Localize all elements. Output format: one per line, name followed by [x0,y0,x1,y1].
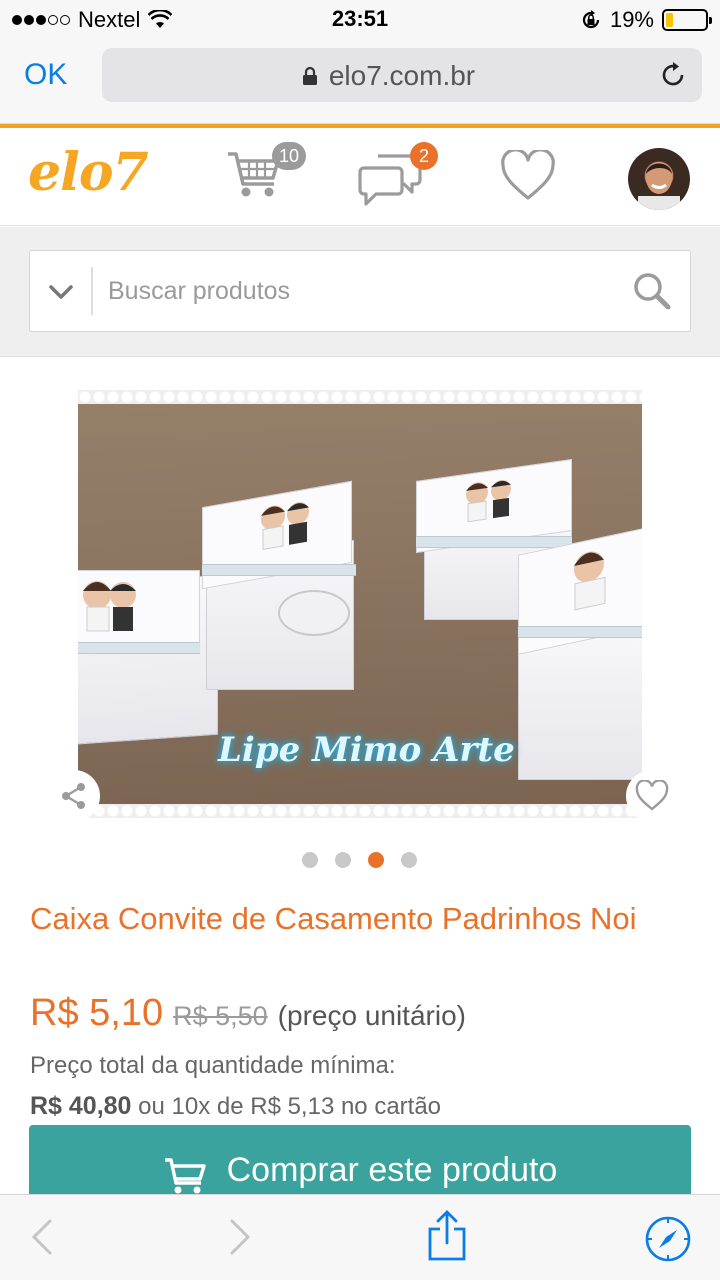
search-icon[interactable] [632,271,672,311]
box-ribbon [78,642,200,654]
status-bar: Nextel 23:51 19% [0,0,720,40]
carousel-dot[interactable] [368,852,384,868]
unit-price-note: (preço unitário) [277,1000,466,1031]
browser-bar: OK elo7.com.br [0,40,720,124]
user-avatar[interactable] [628,148,690,210]
browser-toolbar [0,1194,720,1280]
couple-illustration [83,581,136,632]
share-icon [62,783,85,809]
search-area [0,227,720,357]
elo7-logo[interactable]: elo7 [28,142,149,203]
back-arrow-icon[interactable] [28,1217,56,1257]
rotation-lock-icon [582,10,600,29]
share-button[interactable] [48,770,100,822]
reload-icon[interactable] [658,60,688,90]
done-button[interactable]: OK [24,58,67,92]
buy-button-label: Comprar este produto [226,1151,558,1189]
product-image[interactable]: Lipe Mimo Arte [78,390,642,818]
carousel-dot[interactable] [302,852,318,868]
battery-icon [662,9,712,31]
messages-count-badge: 2 [410,142,438,170]
heart-icon [501,148,555,200]
lace-border-bottom [78,804,642,818]
box-label [278,590,350,636]
box-ribbon [416,536,572,548]
battery-percent: 19% [609,7,654,32]
couple-illustration [574,551,606,611]
current-price: R$ 5,10 [30,992,164,1034]
url-text: elo7.com.br [328,60,476,91]
chevron-down-icon[interactable] [46,277,76,307]
price-row: R$ 5,10 R$ 5,50 (preço unitário) [30,992,466,1035]
minimum-total-label: Preço total da quantidade mínima: [30,1052,396,1079]
search-divider [91,267,93,315]
installments-text: ou 10x de R$ 5,13 no cartão [138,1093,442,1120]
cart-button[interactable]: 10 [226,142,306,209]
couple-illustration [261,502,309,551]
favorites-button[interactable] [500,148,556,207]
messages-button[interactable]: 2 [358,142,438,213]
box-ribbon [518,626,642,638]
product-title: Caixa Convite de Casamento Padrinhos Noi [30,901,637,936]
minimum-total-row: R$ 40,80 ou 10x de R$ 5,13 no cartão [30,1092,441,1121]
heart-icon [635,780,669,811]
favorite-product-button[interactable] [626,770,678,822]
share-icon[interactable] [426,1209,468,1263]
carousel-dot[interactable] [401,852,417,868]
box-lid [78,570,200,650]
search-bar [29,250,691,332]
minimum-total-value: R$ 40,80 [30,1092,132,1120]
carousel-dot[interactable] [335,852,351,868]
compass-icon[interactable] [644,1215,692,1263]
image-watermark: Lipe Mimo Arte [218,730,515,770]
site-header: elo7 10 2 [0,124,720,226]
forward-arrow-icon[interactable] [226,1217,254,1257]
old-price: R$ 5,50 [173,1001,268,1031]
box-ribbon [202,564,356,576]
search-input[interactable] [108,263,608,319]
battery-info: 19% [580,7,712,33]
address-bar[interactable]: elo7.com.br [102,48,702,102]
couple-illustration [466,479,511,523]
lace-border-top [78,390,642,404]
cart-count-badge: 10 [272,142,306,170]
avatar-face [638,162,680,210]
carousel-indicator[interactable] [302,852,417,868]
cart-icon [164,1158,206,1194]
